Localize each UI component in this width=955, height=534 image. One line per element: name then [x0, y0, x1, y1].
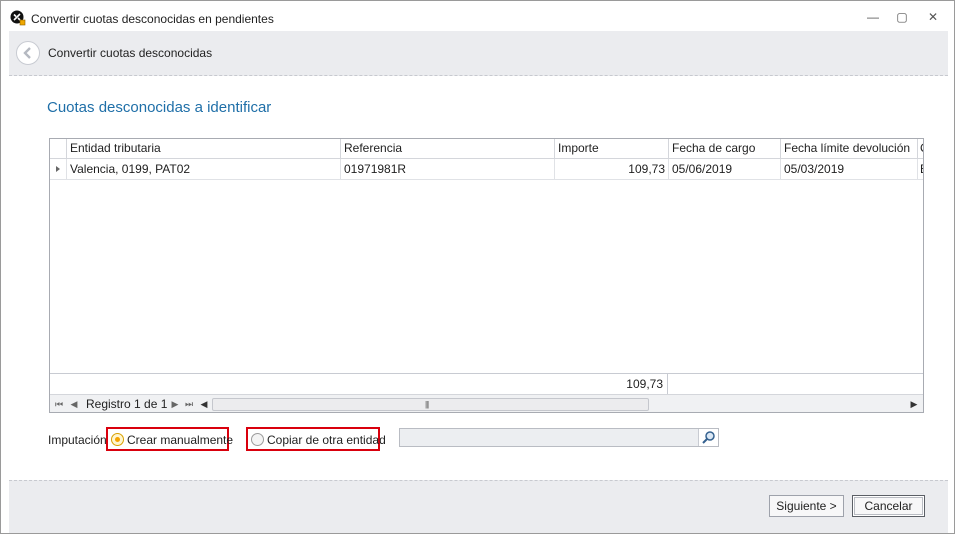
record-indicator: Registro 1 de 1: [86, 397, 168, 411]
column-header-referencia[interactable]: Referencia: [340, 139, 554, 159]
cell-fecha-limite[interactable]: 05/03/2019: [780, 159, 917, 180]
next-button[interactable]: Siguiente >: [769, 495, 844, 517]
importe-total: 109,73: [554, 374, 668, 395]
app-icon: [10, 10, 26, 26]
lookup-search-button[interactable]: [698, 429, 718, 446]
cell-referencia[interactable]: 01971981R: [340, 159, 554, 180]
cell-importe[interactable]: 109,73: [554, 159, 668, 180]
radio-copiar-otra-entidad[interactable]: Copiar de otra entidad: [246, 427, 386, 451]
header-band: Convertir cuotas desconocidas: [9, 31, 948, 76]
footer-band: Siguiente > Cancelar: [9, 480, 948, 533]
scroll-grip-icon: |||: [425, 400, 429, 409]
restore-button[interactable]: ▢: [892, 9, 912, 25]
row-indicator-header: [50, 139, 66, 159]
minimize-button[interactable]: —: [863, 9, 883, 25]
close-button[interactable]: ✕: [923, 9, 943, 25]
cell-entidad[interactable]: Valencia, 0199, PAT02: [66, 159, 340, 180]
dialog-window: Convertir cuotas desconocidas en pendien…: [0, 0, 955, 534]
data-grid[interactable]: Entidad tributaria Referencia Importe Fe…: [49, 138, 924, 413]
current-row-arrow-icon: [56, 166, 60, 172]
column-header-fecha-cargo[interactable]: Fecha de cargo: [668, 139, 780, 159]
header-title: Convertir cuotas desconocidas: [48, 46, 213, 60]
column-header-entidad[interactable]: Entidad tributaria: [66, 139, 340, 159]
prev-record-icon[interactable]: ◀: [67, 397, 81, 411]
column-header-extra[interactable]: C: [917, 139, 923, 159]
entity-lookup-field[interactable]: [399, 428, 719, 447]
title-bar: Convertir cuotas desconocidas en pendien…: [1, 1, 954, 31]
imputacion-label: Imputación: [48, 433, 107, 447]
cell-extra[interactable]: B: [917, 159, 923, 180]
radio-label-crear: Crear manualmente: [127, 433, 234, 447]
section-title: Cuotas desconocidas a identificar: [47, 99, 272, 116]
grid-navigator: ⏮ ◀ Registro 1 de 1 ▶ ⏭ ◀ ||| ▶: [50, 394, 923, 412]
column-header-fecha-limite[interactable]: Fecha límite devolución: [780, 139, 917, 159]
radio-checked-icon[interactable]: [111, 433, 124, 446]
column-header-importe[interactable]: Importe: [554, 139, 668, 159]
horizontal-scrollbar-thumb[interactable]: |||: [212, 398, 649, 411]
scroll-right-icon[interactable]: ▶: [907, 397, 921, 411]
grid-header: Entidad tributaria Referencia Importe Fe…: [50, 139, 923, 159]
radio-crear-manualmente[interactable]: Crear manualmente: [106, 427, 233, 451]
row-indicator: [50, 159, 66, 180]
last-record-icon[interactable]: ⏭: [182, 397, 196, 411]
scroll-left-icon[interactable]: ◀: [197, 397, 211, 411]
back-button[interactable]: [16, 41, 40, 65]
first-record-icon[interactable]: ⏮: [52, 397, 66, 411]
radio-label-copiar: Copiar de otra entidad: [267, 433, 386, 447]
radio-unchecked-icon[interactable]: [251, 433, 264, 446]
window-title: Convertir cuotas desconocidas en pendien…: [31, 12, 274, 26]
next-record-icon[interactable]: ▶: [168, 397, 182, 411]
cell-fecha-cargo[interactable]: 05/06/2019: [668, 159, 780, 180]
cancel-button[interactable]: Cancelar: [852, 495, 925, 517]
grid-summary-row: 109,73: [50, 373, 923, 395]
search-icon: [702, 431, 715, 444]
table-row[interactable]: Valencia, 0199, PAT02 01971981R 109,73 0…: [50, 159, 923, 180]
back-arrow-icon: [23, 47, 31, 59]
